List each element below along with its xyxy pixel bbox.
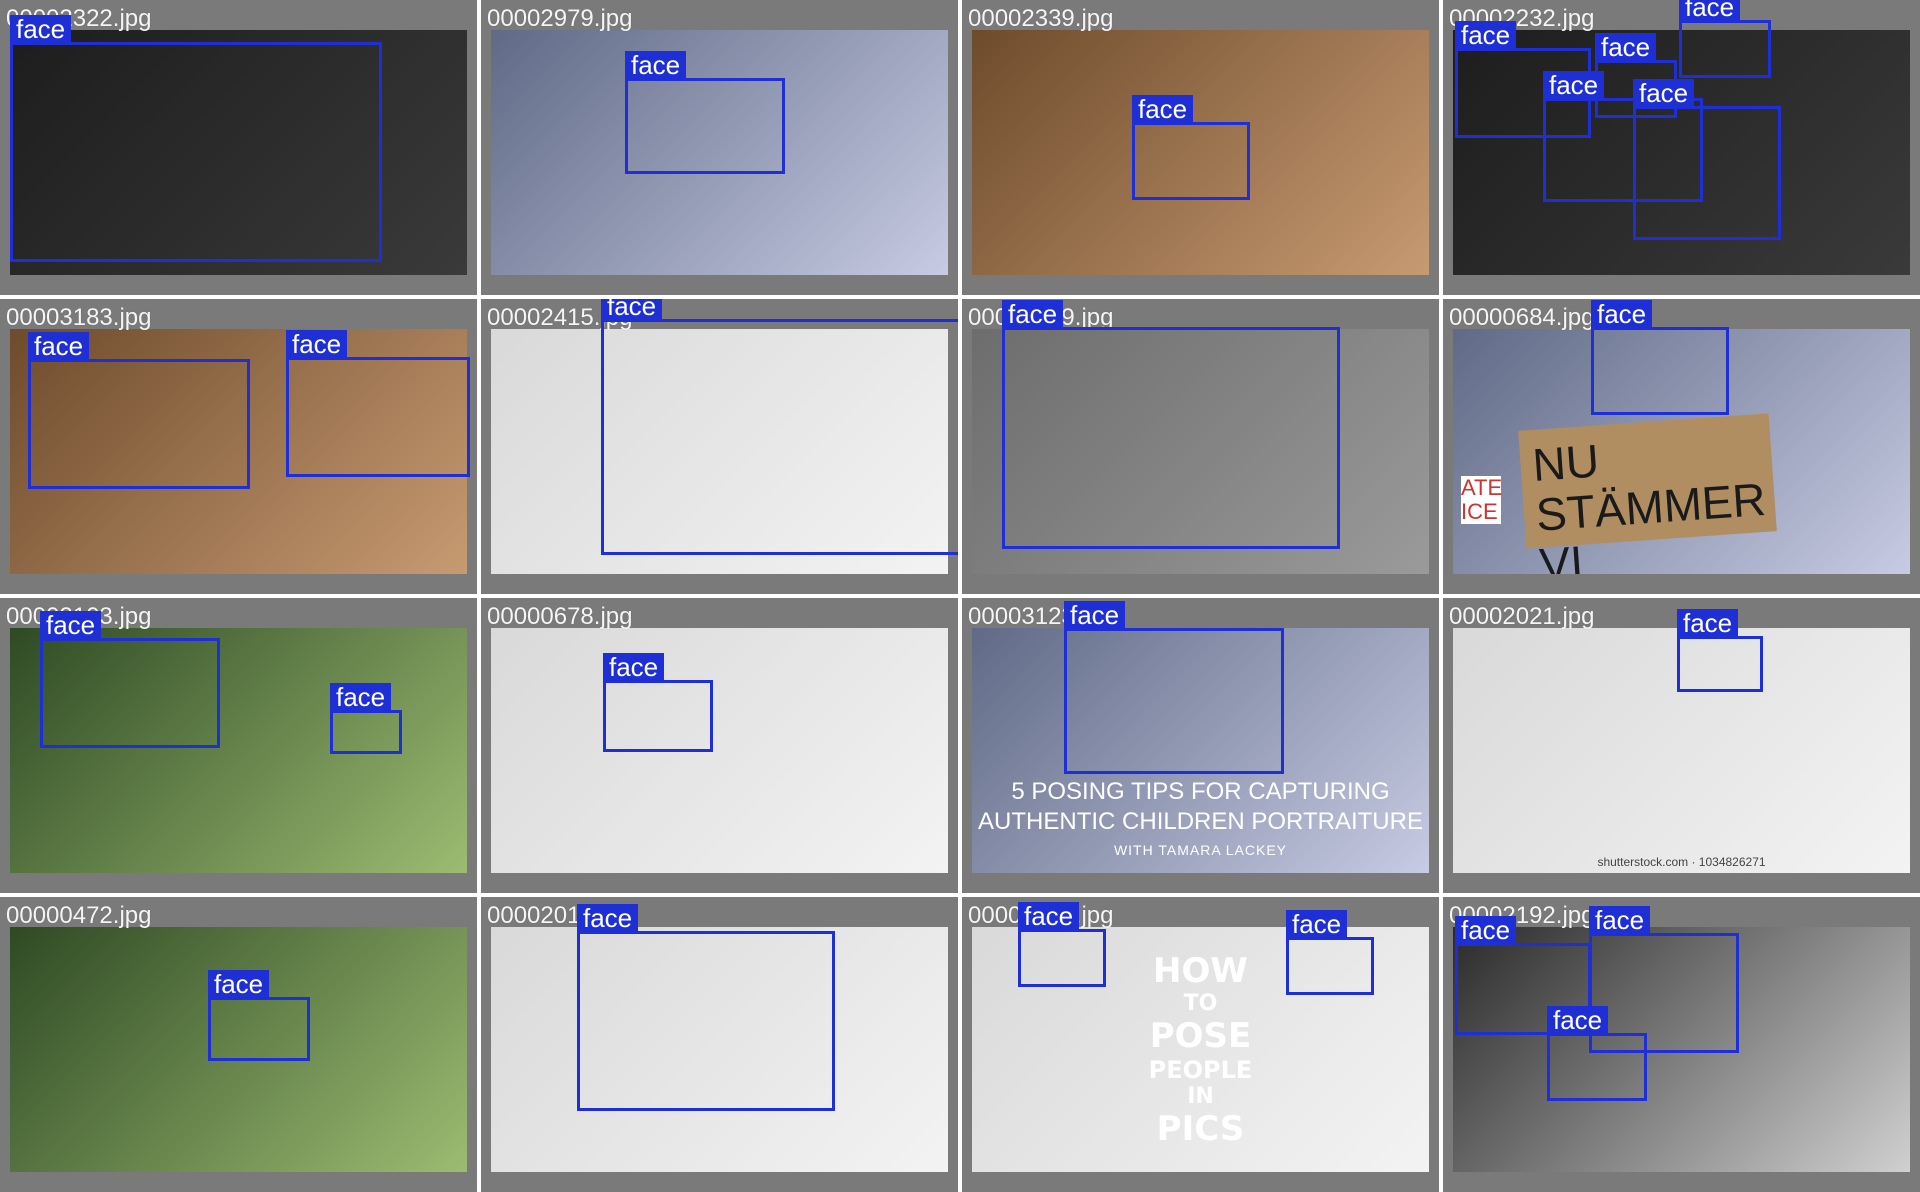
- face-bounding-box: face: [330, 683, 402, 754]
- face-bounding-box: face: [208, 970, 310, 1061]
- box-label: face: [1633, 79, 1695, 107]
- result-tile[interactable]: 00002322.jpg face: [0, 0, 477, 295]
- result-tile[interactable]: shutterstock.com · 1034826271 00002021.j…: [1443, 598, 1920, 893]
- filename-label: 00000678.jpg: [487, 603, 633, 630]
- face-bounding-box: face: [1591, 300, 1729, 415]
- face-bounding-box: face: [1064, 601, 1284, 774]
- face-bounding-box: face: [40, 611, 220, 748]
- filename-label: 00002339.jpg: [968, 5, 1114, 32]
- filename-label: 00002021.jpg: [1449, 603, 1595, 630]
- box-label: face: [603, 653, 665, 681]
- face-bounding-box: face: [601, 299, 958, 555]
- watermark-text: shutterstock.com · 1034826271: [1597, 855, 1766, 869]
- face-bounding-box: face: [577, 904, 835, 1111]
- filename-label: 00003183.jpg: [6, 304, 152, 331]
- face-bounding-box: face: [1679, 0, 1771, 78]
- box-label: face: [1132, 95, 1194, 123]
- face-bounding-box: face: [10, 15, 382, 262]
- box-label: face: [1595, 33, 1657, 61]
- result-tile[interactable]: 00002192.jpg face face face: [1443, 897, 1920, 1192]
- result-tile[interactable]: HOW TO POSE PEOPLE IN PICS 00001213.jpg …: [962, 897, 1439, 1192]
- box-label: face: [1543, 71, 1605, 99]
- result-tile[interactable]: 00002415.jpg face: [481, 299, 958, 594]
- sign-line: NU STÄMMER: [1530, 434, 1767, 541]
- poster-word: PEOPLE: [1148, 1055, 1253, 1084]
- byline: WITH TAMARA LACKEY: [1113, 842, 1288, 858]
- protest-sign: NU STÄMMER VI STATEN: [1517, 413, 1777, 574]
- face-bounding-box: face: [1018, 902, 1106, 987]
- result-tile[interactable]: 00002339.jpg face: [962, 0, 1439, 295]
- result-tile[interactable]: 00002103.jpg face face: [0, 598, 477, 893]
- photo: [491, 628, 948, 873]
- result-tile[interactable]: 00002232.jpg face face face face face: [1443, 0, 1920, 295]
- box-label: face: [1064, 601, 1126, 629]
- headline-line: AUTHENTIC CHILDREN PORTRAITURE: [978, 808, 1423, 835]
- result-tile[interactable]: NU STÄMMER VI STATEN ATE ICE 00000684.jp…: [1443, 299, 1920, 594]
- poster-word: PICS: [1156, 1108, 1245, 1149]
- box-label: face: [625, 51, 687, 79]
- filename-label: 00000472.jpg: [6, 902, 152, 929]
- box-label: face: [1002, 300, 1064, 328]
- box-label: face: [601, 299, 663, 320]
- face-bounding-box: face: [1633, 79, 1781, 240]
- box-label: face: [1589, 906, 1651, 934]
- face-bounding-box: face: [1132, 95, 1250, 200]
- box-label: face: [1455, 916, 1517, 944]
- result-tile[interactable]: 00000678.jpg face: [481, 598, 958, 893]
- result-tile[interactable]: 00002012.jpg face: [481, 897, 958, 1192]
- detection-results-grid: 00002322.jpg face 00002979.jpg face 0000…: [0, 0, 1920, 1192]
- box-label: face: [286, 330, 348, 358]
- face-bounding-box: face: [1547, 1006, 1647, 1101]
- box-label: face: [1677, 609, 1739, 637]
- box-label: face: [40, 611, 102, 639]
- box-label: face: [1591, 300, 1653, 328]
- box-label: face: [1286, 910, 1348, 938]
- poster-word: POSE: [1149, 1015, 1252, 1056]
- box-label: face: [577, 904, 639, 932]
- face-bounding-box: face: [1286, 910, 1374, 995]
- filename-label: 00000684.jpg: [1449, 304, 1595, 331]
- headline-line: 5 POSING TIPS FOR CAPTURING: [1011, 778, 1390, 805]
- box-label: face: [330, 683, 392, 711]
- box-label: face: [208, 970, 270, 998]
- face-bounding-box: face: [286, 330, 470, 477]
- box-label: face: [1455, 21, 1517, 49]
- result-tile[interactable]: 00003183.jpg face face: [0, 299, 477, 594]
- poster-word: IN: [1187, 1083, 1214, 1109]
- box-label: face: [10, 15, 72, 43]
- filename-label: 00002979.jpg: [487, 5, 633, 32]
- face-bounding-box: face: [603, 653, 713, 752]
- side-sign: ATE ICE: [1461, 475, 1503, 524]
- box-label: face: [1018, 902, 1080, 930]
- box-label: face: [1547, 1006, 1609, 1034]
- poster-title: HOW TO POSE PEOPLE IN PICS: [1146, 927, 1256, 1172]
- face-bounding-box: face: [1677, 609, 1763, 692]
- poster-word: HOW: [1153, 950, 1248, 991]
- face-bounding-box: face: [28, 332, 250, 489]
- poster-word: TO: [1183, 990, 1218, 1016]
- result-tile[interactable]: 00002979.jpg face: [481, 0, 958, 295]
- result-tile[interactable]: 5 POSING TIPS FOR CAPTURING AUTHENTIC CH…: [962, 598, 1439, 893]
- face-bounding-box: face: [625, 51, 785, 174]
- result-tile[interactable]: 00001399.jpg face: [962, 299, 1439, 594]
- result-tile[interactable]: 00000472.jpg face: [0, 897, 477, 1192]
- box-label: face: [28, 332, 90, 360]
- box-label: face: [1679, 0, 1741, 21]
- face-bounding-box: face: [1002, 300, 1340, 549]
